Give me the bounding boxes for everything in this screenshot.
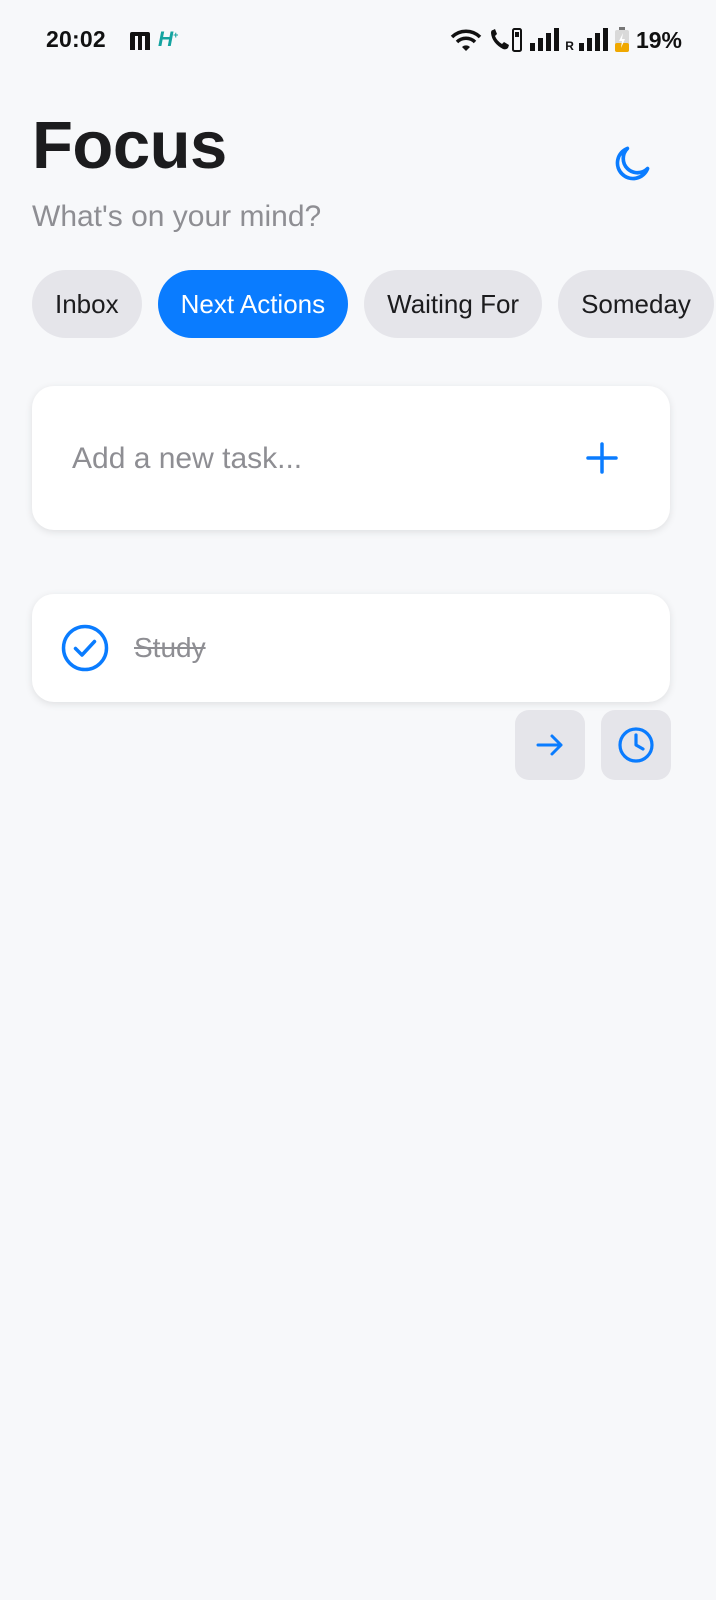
- snooze-task-button[interactable]: [601, 710, 671, 780]
- add-task-card: [32, 386, 670, 530]
- status-bar: 20:02 H+ R 19%: [0, 0, 716, 84]
- app-notification-icon: [126, 28, 152, 54]
- moon-icon: [615, 146, 650, 181]
- task-item[interactable]: Study: [32, 594, 670, 702]
- task-complete-toggle[interactable]: [61, 624, 109, 672]
- signal-icon-sim1: [530, 28, 560, 51]
- add-task-button[interactable]: [572, 428, 632, 488]
- tab-waiting-for[interactable]: Waiting For: [364, 270, 543, 338]
- tab-next-actions[interactable]: Next Actions: [157, 270, 349, 338]
- theme-toggle-button[interactable]: [604, 136, 660, 192]
- move-task-button[interactable]: [515, 710, 585, 780]
- plus-icon: [586, 442, 618, 474]
- battery-charging-icon: [614, 27, 629, 52]
- task-label: Study: [134, 632, 206, 663]
- battery-percentage: 19%: [635, 26, 682, 53]
- page-title: Focus: [32, 108, 227, 183]
- check-circle-icon: [61, 624, 109, 672]
- page-subtitle: What's on your mind?: [32, 200, 322, 233]
- status-time: 20:02: [46, 26, 106, 52]
- tab-someday[interactable]: Someday: [558, 270, 714, 338]
- wifi-icon: [451, 29, 482, 51]
- tab-inbox[interactable]: Inbox: [32, 270, 142, 338]
- health-app-icon: H+: [158, 28, 179, 51]
- new-task-input[interactable]: [70, 430, 554, 488]
- status-indicators: R 19%: [449, 24, 682, 56]
- volte-call-icon: [491, 28, 523, 52]
- arrow-right-icon: [536, 734, 563, 756]
- roaming-indicator: R: [565, 39, 574, 53]
- clock-icon: [618, 727, 654, 763]
- category-tabs: Inbox Next Actions Waiting For Someday: [32, 270, 716, 340]
- signal-icon-sim2: [578, 28, 608, 51]
